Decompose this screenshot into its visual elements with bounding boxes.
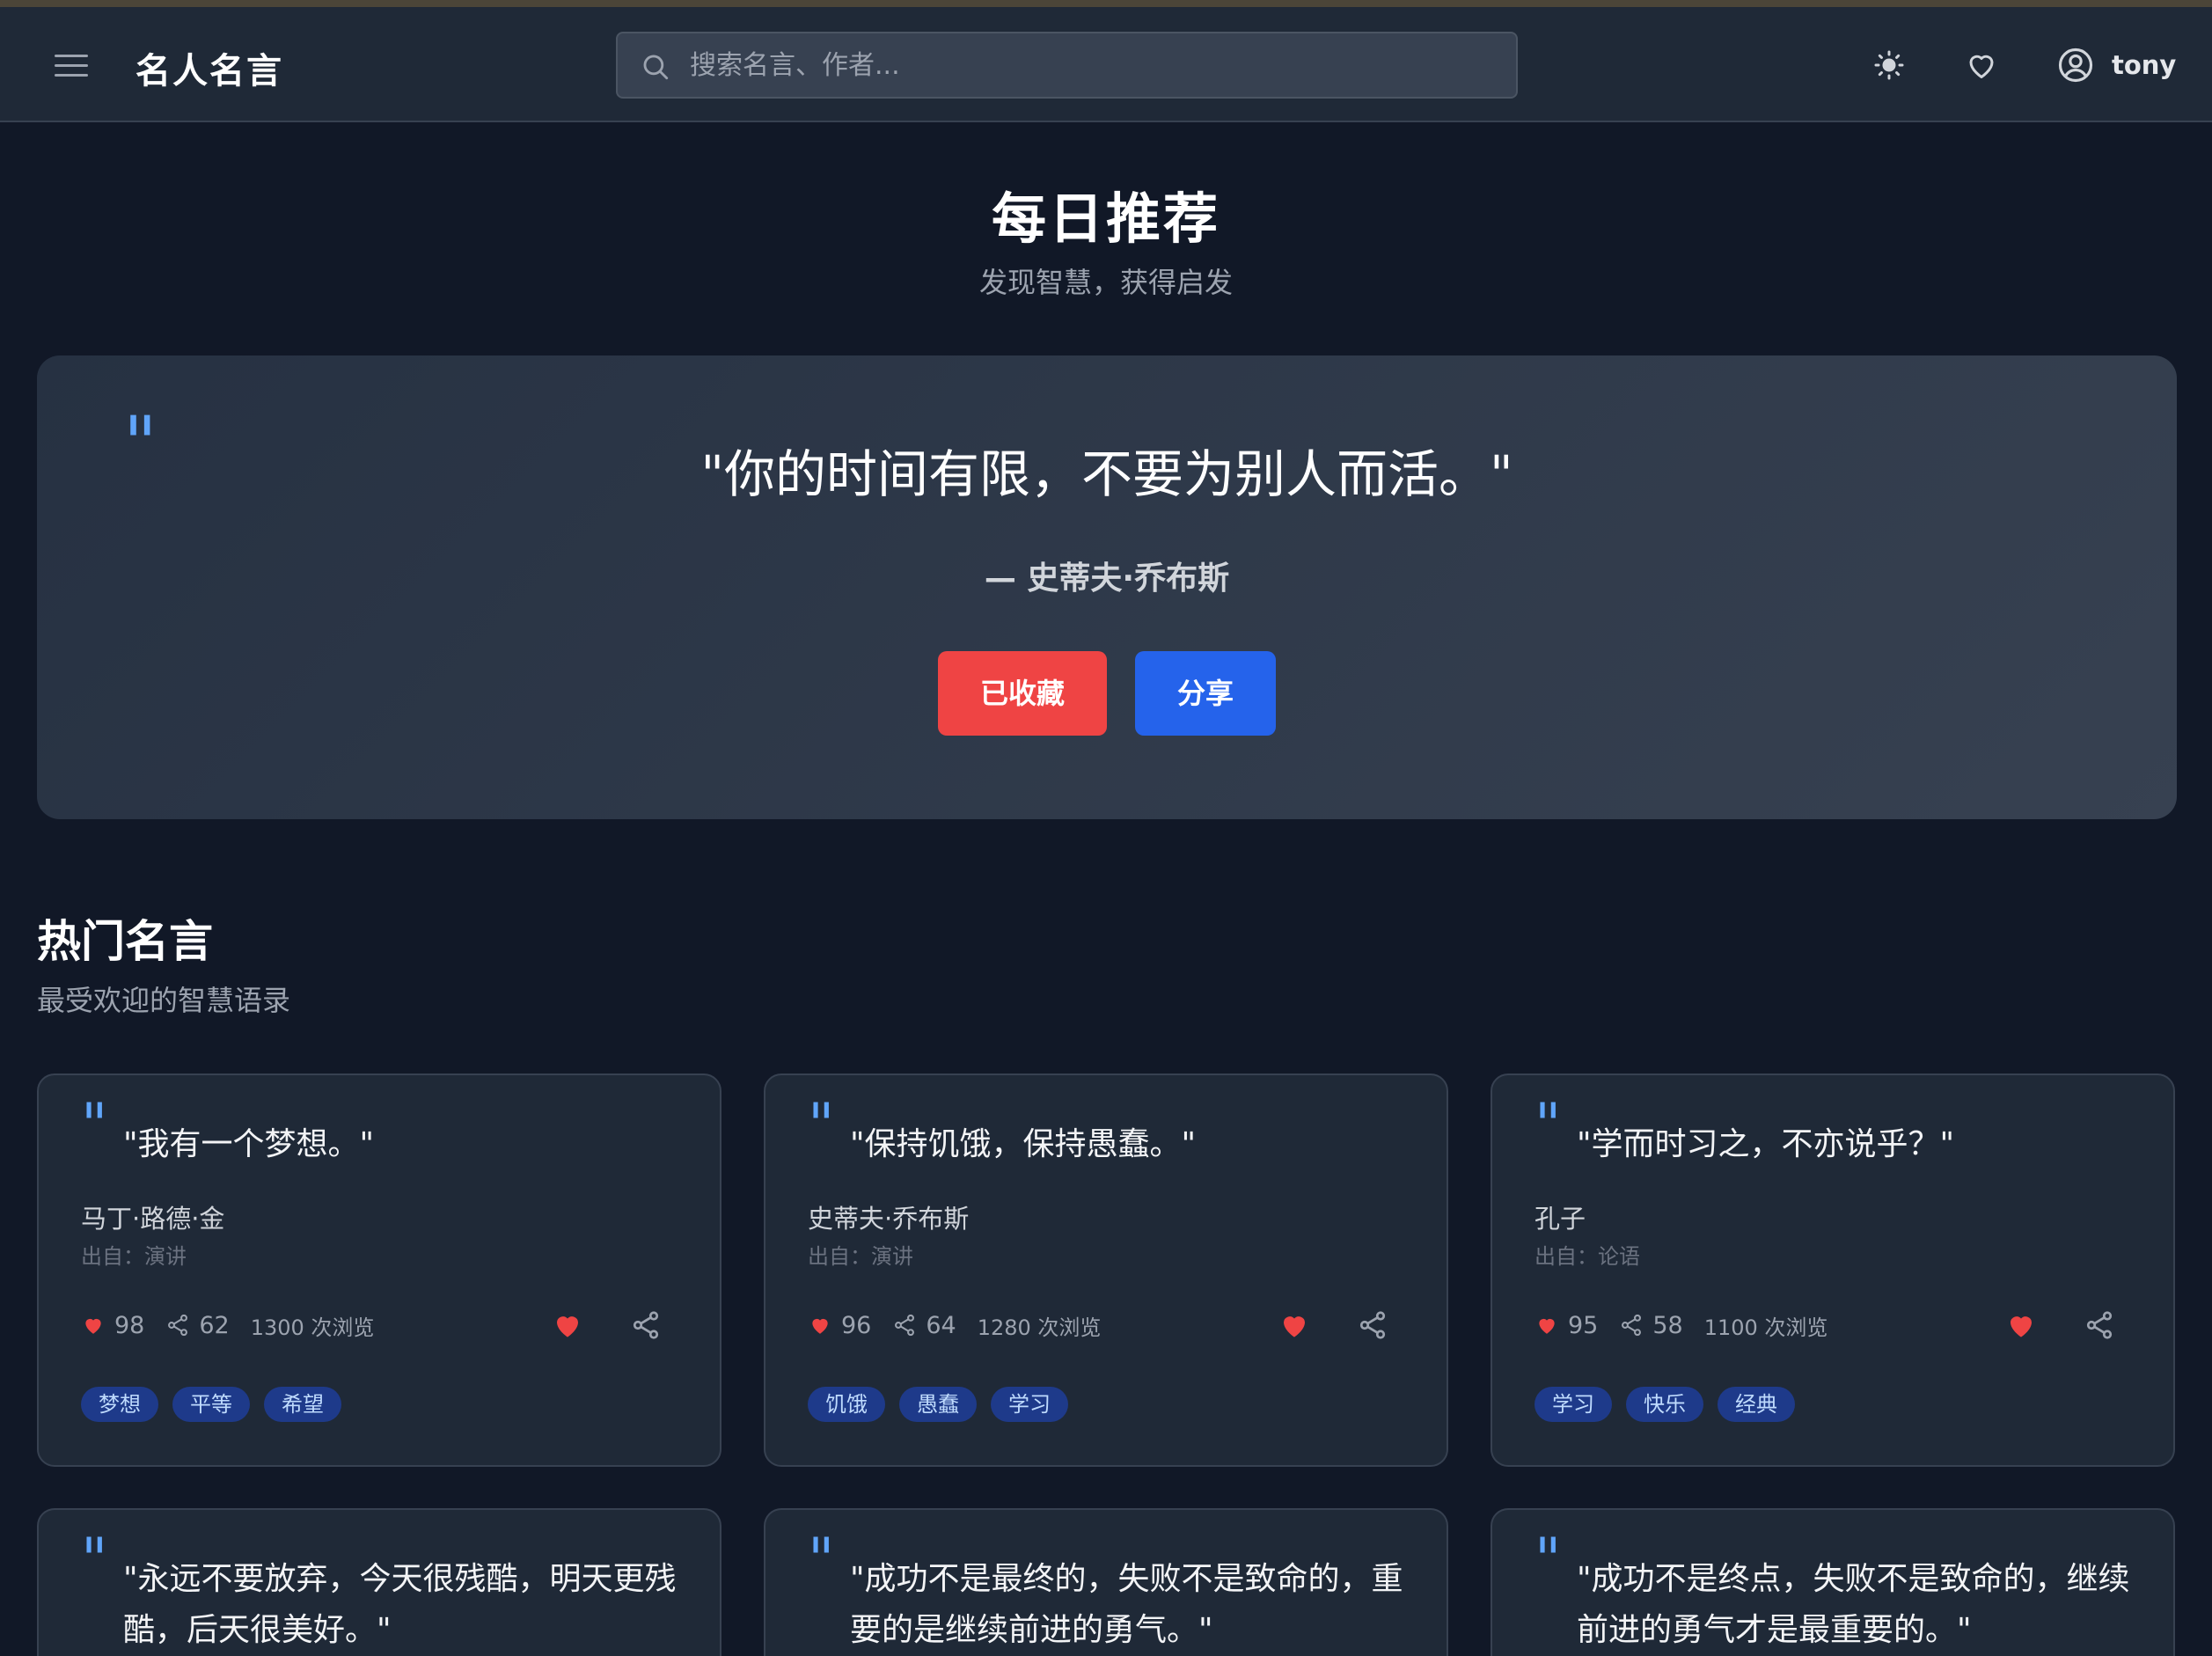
user-menu[interactable]: tony	[2057, 46, 2176, 84]
heart-icon	[2011, 1316, 2032, 1337]
theme-sun-icon	[1874, 50, 1904, 80]
quote-mark-icon: "	[1534, 1526, 1562, 1594]
quote-card[interactable]: " "保持饥饿，保持愚蠢。" 史蒂夫·乔布斯 出自：演讲 96 64 1280 …	[764, 1073, 1448, 1467]
site-brand[interactable]: 名人名言	[136, 42, 283, 93]
quote-text: "我有一个梦想。"	[123, 1126, 375, 1162]
heart-icon	[557, 1316, 578, 1337]
quote-source: 出自：演讲	[808, 1244, 913, 1269]
tag[interactable]: 快乐	[1626, 1387, 1703, 1422]
featured-quote-text: "你的时间有限，不要为别人而活。"	[700, 444, 1513, 504]
like-button[interactable]	[551, 1309, 584, 1345]
share-button[interactable]: 分享	[1135, 651, 1276, 736]
like-count: 98	[114, 1311, 145, 1339]
quote-author[interactable]: 史蒂夫·乔布斯	[808, 1198, 969, 1235]
like-button[interactable]	[1278, 1309, 1311, 1345]
search-input[interactable]	[690, 42, 1499, 88]
window-top-strip	[0, 0, 2212, 7]
heart-icon	[812, 1318, 828, 1334]
quote-mark-icon: "	[81, 1091, 108, 1159]
share-icon	[633, 1311, 659, 1339]
quote-mark-icon: "	[81, 1526, 108, 1594]
menu-icon[interactable]	[55, 53, 90, 79]
search-icon	[643, 55, 669, 80]
like-count: 96	[841, 1311, 872, 1339]
quote-source: 出自：演讲	[81, 1244, 187, 1269]
tag[interactable]: 愚蠢	[899, 1387, 977, 1422]
quote-text: "学而时习之，不亦说乎？"	[1577, 1126, 1955, 1162]
quote-stats: 96 64 1280 次浏览	[808, 1308, 1101, 1343]
tag[interactable]: 平等	[172, 1387, 250, 1422]
quote-card[interactable]: " "成功不是最终的，失败不是致命的，重要的是继续前进的勇气。"	[764, 1508, 1448, 1656]
quote-mark-icon: "	[808, 1526, 835, 1594]
favorites-button[interactable]	[1965, 49, 1998, 84]
daily-title: 每日推荐	[991, 187, 1220, 251]
share-count: 58	[1652, 1311, 1683, 1339]
quote-text: "永远不要放弃，今天很残酷，明天更残酷，后天很美好。"	[123, 1561, 677, 1648]
share-action-button[interactable]	[2084, 1309, 2115, 1345]
tag[interactable]: 学习	[1534, 1387, 1612, 1422]
like-button[interactable]	[2004, 1309, 2038, 1345]
share-count: 62	[199, 1311, 230, 1339]
heart-icon	[1284, 1316, 1305, 1337]
quote-text: "保持饥饿，保持愚蠢。"	[850, 1126, 1197, 1162]
quote-card[interactable]: " "成功不是终点，失败不是致命的，继续前进的勇气才是最重要的。"	[1491, 1508, 2175, 1656]
popular-section-subtitle: 最受欢迎的智慧语录	[37, 984, 291, 1017]
favorited-button[interactable]: 已收藏	[938, 651, 1107, 736]
quote-stats: 95 58 1100 次浏览	[1534, 1308, 1827, 1343]
quote-card[interactable]: " "我有一个梦想。" 马丁·路德·金 出自：演讲 98 62 1300 次浏览…	[37, 1073, 721, 1467]
tag[interactable]: 希望	[264, 1387, 341, 1422]
featured-quote-card: " "你的时间有限，不要为别人而活。" — 史蒂夫·乔布斯 已收藏 分享	[37, 355, 2177, 819]
view-count: 1300 次浏览	[250, 1315, 375, 1340]
quote-text: "成功不是终点，失败不是致命的，继续前进的勇气才是最重要的。"	[1577, 1561, 2130, 1648]
quote-stats: 98 62 1300 次浏览	[81, 1308, 374, 1343]
quote-author[interactable]: 孔子	[1534, 1198, 1586, 1235]
tag[interactable]: 学习	[991, 1387, 1068, 1422]
quote-text: "成功不是最终的，失败不是致命的，重要的是继续前进的勇气。"	[850, 1561, 1403, 1648]
share-action-button[interactable]	[1357, 1309, 1388, 1345]
username: tony	[2112, 50, 2177, 80]
quote-source: 出自：论语	[1534, 1244, 1640, 1269]
share-count: 64	[926, 1311, 956, 1339]
top-navbar: 名人名言 tony	[0, 7, 2212, 122]
share-icon	[2086, 1311, 2113, 1339]
favorites-heart-icon	[1969, 55, 1994, 78]
quote-mark-icon: "	[1534, 1091, 1562, 1159]
featured-quote-author: — 史蒂夫·乔布斯	[984, 561, 1230, 597]
quote-card[interactable]: " "永远不要放弃，今天很残酷，明天更残酷，后天很美好。"	[37, 1508, 721, 1656]
view-count: 1280 次浏览	[977, 1315, 1102, 1340]
search-box[interactable]	[616, 32, 1518, 99]
popular-section-title: 热门名言	[37, 916, 213, 967]
quote-mark-icon: "	[808, 1091, 835, 1159]
tag-list: 饥饿 愚蠢 学习	[808, 1387, 1082, 1422]
share-action-button[interactable]	[630, 1309, 662, 1345]
heart-icon	[85, 1318, 101, 1334]
share-icon	[168, 1314, 188, 1337]
share-icon	[1359, 1311, 1386, 1339]
daily-subtitle: 发现智慧，获得启发	[978, 266, 1233, 299]
tag-list: 梦想 平等 希望	[81, 1387, 355, 1422]
quote-author[interactable]: 马丁·路德·金	[81, 1198, 224, 1235]
tag[interactable]: 梦想	[81, 1387, 158, 1422]
tag[interactable]: 经典	[1718, 1387, 1795, 1422]
tag-list: 学习 快乐 经典	[1534, 1387, 1809, 1422]
share-icon	[895, 1314, 915, 1337]
heart-icon	[1539, 1318, 1555, 1334]
user-circle-icon	[2058, 48, 2093, 83]
quote-card[interactable]: " "学而时习之，不亦说乎？" 孔子 出自：论语 95 58 1100 次浏览 …	[1491, 1073, 2175, 1467]
view-count: 1100 次浏览	[1703, 1315, 1828, 1340]
theme-toggle-button[interactable]	[1873, 49, 1905, 84]
tag[interactable]: 饥饿	[808, 1387, 885, 1422]
like-count: 95	[1568, 1311, 1599, 1339]
share-icon	[1622, 1314, 1642, 1337]
